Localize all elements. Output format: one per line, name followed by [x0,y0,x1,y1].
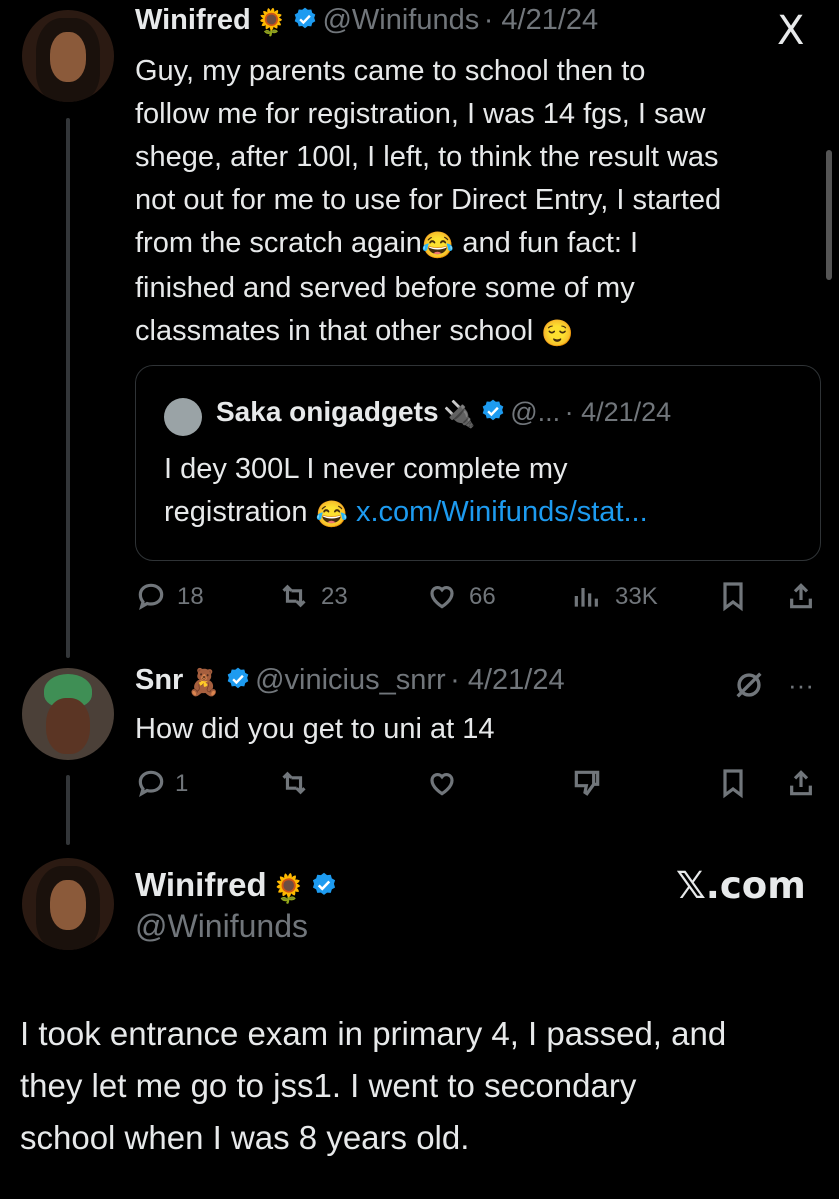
tweet1-body: Guy, my parents came to school then to f… [135,50,825,355]
author-handle[interactable]: @Winifunds [322,4,479,36]
author-name[interactable]: Snr [135,664,183,696]
sunflower-emoji: 🌻 [271,873,307,904]
avatar-winifred[interactable] [22,858,114,950]
quote-author-name: Saka onigadgets [216,396,439,427]
like-icon [430,586,454,609]
sunflower-emoji: 🌻 [255,7,288,37]
reply-button[interactable]: 1 [135,767,188,804]
verified-icon [294,7,316,29]
grok-icon[interactable] [732,668,766,702]
tweet2-actions: 1 [135,767,825,803]
x-com-brand: 𝕏.com [676,864,806,907]
quoted-tweet[interactable]: Saka onigadgets 🔌 @... · 4/21/24 I dey 3… [135,365,821,561]
thread-line [66,775,70,845]
share-icon[interactable] [785,767,817,799]
tweet-date[interactable]: · 4/21/24 [484,4,598,36]
author-name[interactable]: Winifred [135,4,251,36]
quote-handle: @... [510,397,561,427]
tweet-date[interactable]: · 4/21/24 [450,664,564,696]
x-logo-icon: X [777,8,805,54]
author-handle[interactable]: @Winifunds [135,908,308,945]
bookmark-icon[interactable] [717,580,749,612]
like-icon[interactable] [425,767,459,799]
avatar-saka [164,398,202,436]
quote-date: · 4/21/24 [564,397,672,427]
views-button[interactable]: 33K [571,580,658,617]
downvote-icon[interactable] [571,767,603,799]
verified-icon [482,399,504,421]
plug-emoji: 🔌 [442,399,476,429]
laugh-emoji: 😂 [315,499,348,529]
tweet3-body: I took entrance exam in primary 4, I pas… [20,1015,727,1156]
like-button[interactable]: 66 [425,580,496,617]
repost-icon[interactable] [277,767,311,799]
verified-icon [313,872,336,895]
tweet1-actions: 18 23 66 33K [135,580,825,616]
repost-icon [282,584,306,608]
avatar-winifred[interactable] [22,10,114,102]
tweet3-header: Winifred 🌻 [135,866,338,905]
avatar-snr[interactable] [22,668,114,760]
reply-icon [138,770,164,798]
quote-link[interactable]: x.com/Winifunds/stat... [356,496,648,528]
thread-line [66,118,70,658]
tweet2-header: Snr 🧸 @vinicius_snrr · 4/21/24 [135,664,565,698]
bookmark-icon[interactable] [717,767,749,799]
tweet2-body: How did you get to uni at 14 [135,713,495,745]
verified-icon [227,667,248,689]
reply-icon [138,583,164,611]
laugh-emoji: 😂 [421,230,455,260]
quote-body: I dey 300L I never complete my registrat… [164,448,804,536]
tweet1-header: Winifred 🌻 @Winifunds · 4/21/24 [135,4,598,38]
reply-button[interactable]: 18 [135,580,204,617]
relieved-emoji: 😌 [541,318,574,348]
more-icon[interactable]: ··· [788,670,814,701]
author-name[interactable]: Winifred [135,866,267,903]
scrollbar[interactable] [826,150,832,280]
views-icon [574,588,598,607]
share-icon[interactable] [785,580,817,612]
repost-button[interactable]: 23 [277,580,348,617]
teddy-bear-emoji: 🧸 [187,667,221,697]
author-handle[interactable]: @vinicius_snrr [255,664,446,696]
